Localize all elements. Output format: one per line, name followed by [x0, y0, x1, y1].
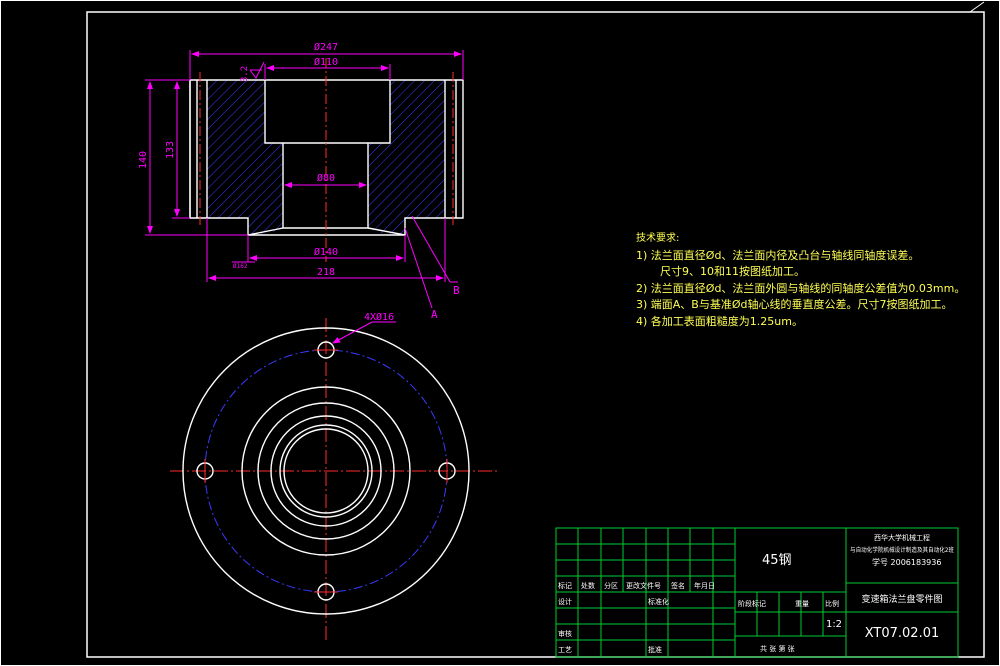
- dim-218: 218: [317, 267, 335, 278]
- tb-label-4: 签名: [671, 581, 685, 590]
- drawing-number: XT07.02.01: [865, 626, 940, 641]
- drawing-canvas: Ø247 Ø110 Ø80 Ø140 218 Ø162 140 133 3.2 …: [0, 0, 1000, 666]
- hatch-right: [368, 80, 445, 235]
- tb-approve: 批准: [648, 645, 662, 654]
- tb-standard: 标准化: [648, 597, 669, 606]
- school-line-2: 与自动化学院机械设计制造及其自动化2班: [850, 546, 954, 554]
- note-item: 4) 各加工表面粗糙度为1.25um。: [636, 314, 803, 328]
- tb-label-2: 分区: [604, 581, 618, 590]
- tb-weight: 重量: [795, 600, 809, 608]
- part-name: 变速箱法兰盘零件图: [861, 593, 942, 605]
- dim-h133: 133: [165, 141, 176, 159]
- tb-label-1: 处数: [581, 581, 595, 590]
- technical-requirements: 技术要求: 1) 法兰面直径Ød、法兰面内径及凸台与轴线同轴度误差。 尺寸9、1…: [636, 231, 965, 331]
- dim-d80: Ø80: [317, 172, 335, 184]
- dim-holes: 4XØ16: [364, 311, 394, 323]
- tb-process: 工艺: [558, 646, 572, 654]
- corner-mark: [969, 1, 985, 13]
- tb-stage: 阶段标记: [738, 599, 766, 608]
- section-view: Ø247 Ø110 Ø80 Ø140 218 Ø162 140 133 3.2 …: [138, 41, 464, 321]
- school-line-1: 西华大学机械工程: [874, 533, 930, 542]
- dim-small: Ø162: [233, 263, 248, 270]
- roughness-value: 3.2: [240, 66, 250, 82]
- dim-d140: Ø140: [314, 246, 338, 258]
- datum-B: B: [453, 284, 460, 297]
- front-view: 4XØ16: [170, 311, 498, 640]
- tb-label-0: 标记: [558, 581, 572, 590]
- hatch-left: [207, 80, 283, 235]
- note-item: 3) 端面A、B与基准Ød轴心线的垂直度公差。尺寸7按图纸加工。: [636, 298, 953, 312]
- dim-d247: Ø247: [314, 41, 338, 53]
- tb-design: 设计: [558, 597, 572, 606]
- datum-A: A: [431, 308, 438, 321]
- tb-ratio: 比例: [825, 599, 839, 608]
- note-item: 2) 法兰面直径Ød、法兰面外圆与轴线的同轴度公差值为0.03mm。: [636, 281, 966, 295]
- tb-sheets: 共 张 第 张: [760, 644, 795, 653]
- tb-label-5: 年月日: [694, 581, 715, 590]
- notes-header: 技术要求:: [636, 233, 680, 244]
- tb-review: 审核: [558, 629, 572, 638]
- material: 45钢: [762, 553, 792, 568]
- note-item: 尺寸9、10和11按图纸加工。: [660, 265, 805, 279]
- dim-h140: 140: [138, 151, 149, 169]
- student-id: 学号 2006183936: [872, 557, 941, 567]
- tb-label-3: 更改文件号: [626, 581, 661, 590]
- dim-d110: Ø110: [314, 56, 338, 68]
- scale: 1:2: [826, 619, 842, 630]
- note-item: 1) 法兰面直径Ød、法兰面内径及凸台与轴线同轴度误差。: [636, 248, 920, 262]
